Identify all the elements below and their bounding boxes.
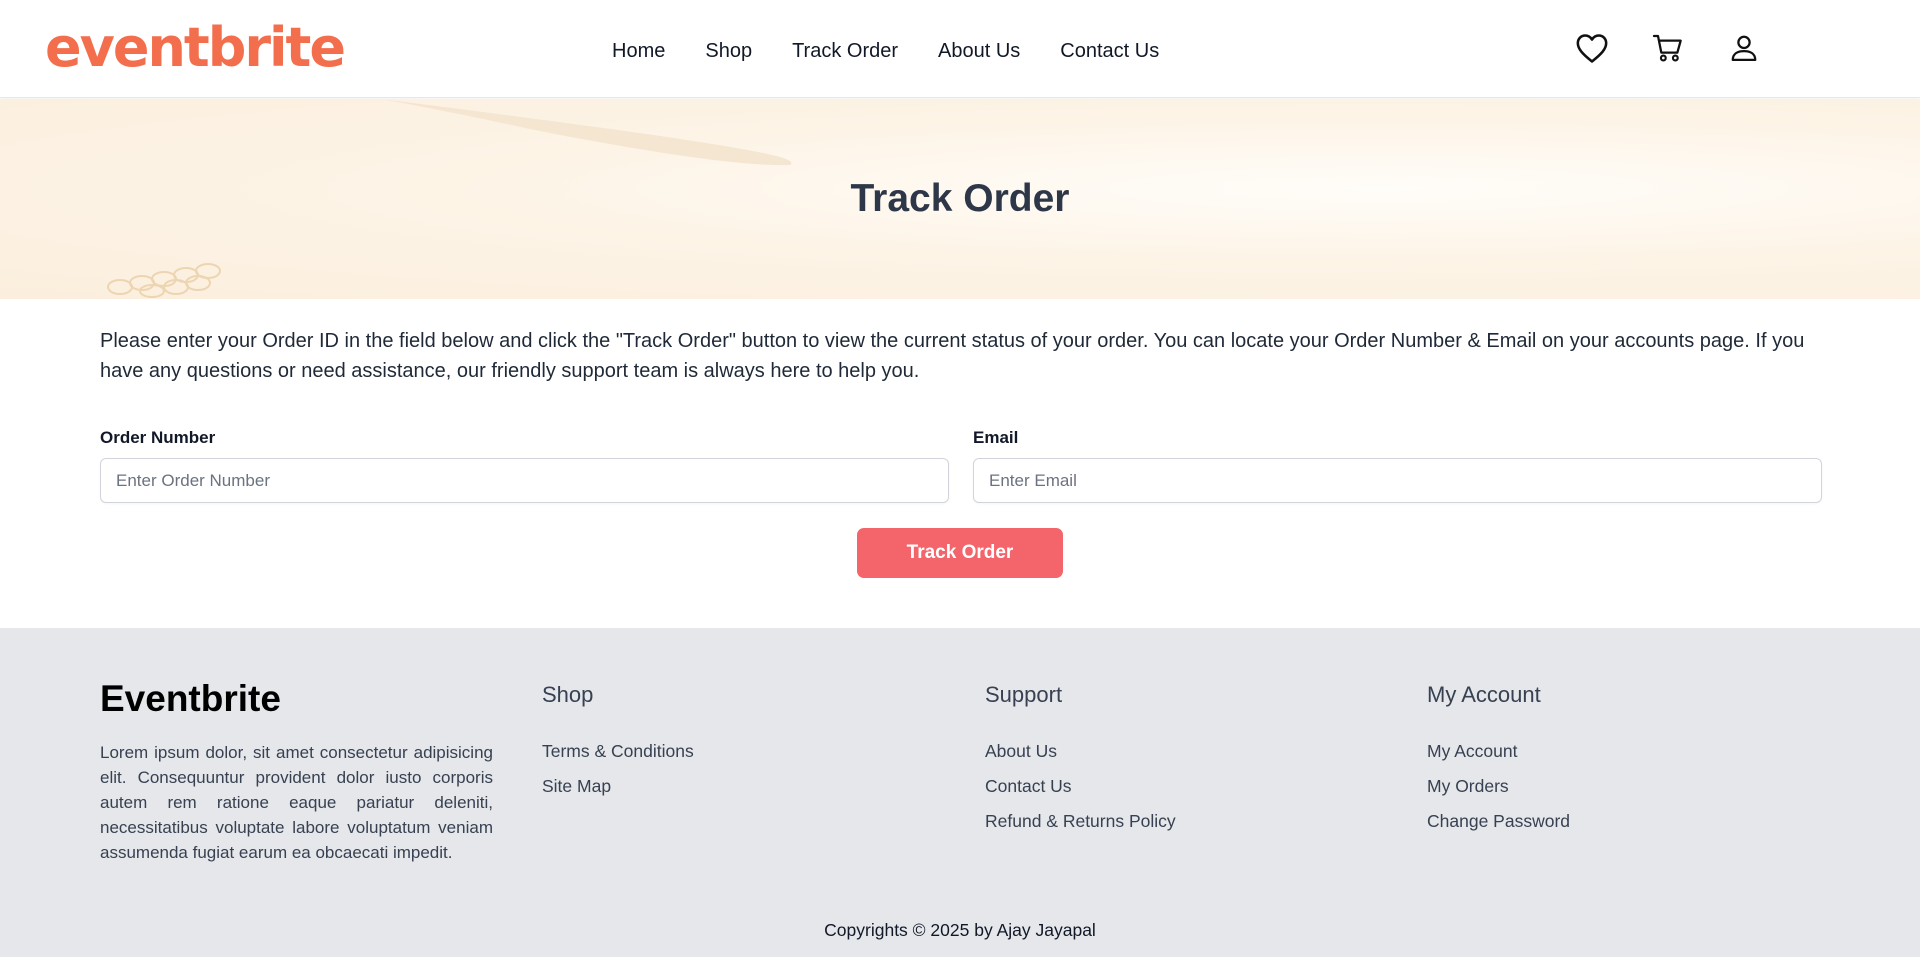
- heart-icon: [1576, 34, 1608, 63]
- footer-account-heading: My Account: [1427, 682, 1541, 707]
- page-hero: Track Order: [0, 99, 1920, 299]
- email-input[interactable]: [973, 458, 1822, 503]
- user-icon: [1731, 35, 1757, 61]
- footer-link-about[interactable]: About Us: [985, 734, 1176, 769]
- order-number-label: Order Number: [100, 428, 216, 447]
- hero-decoration-honeycomb: [107, 263, 221, 298]
- site-logo[interactable]: eventbrite: [45, 18, 346, 78]
- page-title: Track Order: [850, 177, 1070, 220]
- hero-decoration: [380, 99, 792, 166]
- footer-shop-heading: Shop: [542, 682, 594, 707]
- header-icons: [1574, 30, 1762, 66]
- nav-about-us[interactable]: About Us: [938, 38, 1020, 64]
- account-button[interactable]: [1726, 30, 1762, 66]
- wishlist-button[interactable]: [1574, 30, 1610, 66]
- footer-support-column: Support About Us Contact Us Refund & Ret…: [985, 682, 1176, 839]
- footer-shop-column: Shop Terms & Conditions Site Map: [542, 682, 694, 804]
- nav-contact-us[interactable]: Contact Us: [1060, 38, 1159, 64]
- site-header: eventbrite Home Shop Track Order About U…: [0, 0, 1920, 98]
- footer-link-sitemap[interactable]: Site Map: [542, 769, 694, 804]
- footer-link-contact[interactable]: Contact Us: [985, 769, 1176, 804]
- nav-track-order[interactable]: Track Order: [792, 38, 898, 64]
- footer-link-my-orders[interactable]: My Orders: [1427, 769, 1570, 804]
- footer-link-my-account[interactable]: My Account: [1427, 734, 1570, 769]
- footer-description: Lorem ipsum dolor, sit amet consectetur …: [100, 743, 493, 862]
- copyright-text: Copyrights © 2025 by Ajay Jayapal: [824, 920, 1096, 940]
- footer-link-change-password[interactable]: Change Password: [1427, 804, 1570, 839]
- nav-shop[interactable]: Shop: [705, 38, 752, 64]
- cart-icon: [1652, 34, 1682, 62]
- nav-home[interactable]: Home: [612, 38, 665, 64]
- cart-button[interactable]: [1650, 30, 1686, 66]
- track-order-button[interactable]: Track Order: [857, 528, 1063, 578]
- email-label: Email: [973, 428, 1019, 447]
- footer-support-heading: Support: [985, 682, 1063, 707]
- footer-link-terms[interactable]: Terms & Conditions: [542, 734, 694, 769]
- intro-text: Please enter your Order ID in the field …: [100, 330, 1805, 382]
- site-footer: Eventbrite Lorem ipsum dolor, sit amet c…: [0, 628, 1920, 957]
- footer-link-refund[interactable]: Refund & Returns Policy: [985, 804, 1176, 839]
- footer-account-column: My Account My Account My Orders Change P…: [1427, 682, 1570, 839]
- main-nav: Home Shop Track Order About Us Contact U…: [612, 38, 1159, 64]
- order-number-input[interactable]: [100, 458, 949, 503]
- footer-brand: Eventbrite: [100, 678, 281, 719]
